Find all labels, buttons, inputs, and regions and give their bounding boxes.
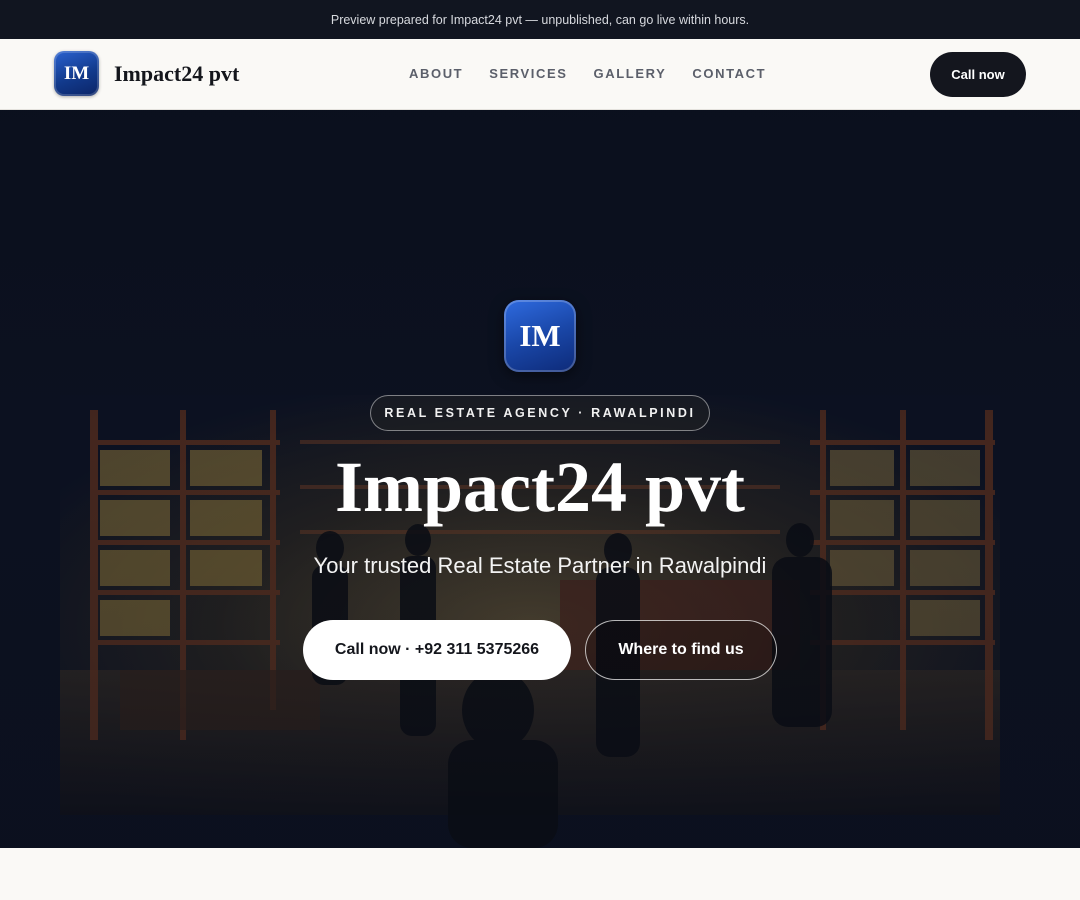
hero-tagline-text: REAL ESTATE AGENCY · RAWALPINDI bbox=[384, 406, 696, 420]
brand-link[interactable]: IM Impact24 pvt bbox=[54, 51, 239, 96]
hero-title: Impact24 pvt bbox=[335, 447, 745, 527]
hero-subtitle: Your trusted Real Estate Partner in Rawa… bbox=[313, 553, 767, 578]
brand-logo-icon: IM bbox=[54, 51, 99, 96]
preview-banner-text: Preview prepared for Impact24 pvt — unpu… bbox=[330, 12, 750, 27]
main-nav: ABOUT SERVICES GALLERY CONTACT bbox=[409, 66, 766, 81]
site-header: IM Impact24 pvt ABOUT SERVICES GALLERY C… bbox=[0, 39, 1080, 110]
nav-item-about[interactable]: ABOUT bbox=[409, 66, 463, 81]
nav-item-gallery[interactable]: GALLERY bbox=[594, 66, 667, 81]
hero-tagline-badge: REAL ESTATE AGENCY · RAWALPINDI bbox=[370, 395, 710, 431]
nav-item-services[interactable]: SERVICES bbox=[489, 66, 567, 81]
nav-item-contact[interactable]: CONTACT bbox=[692, 66, 766, 81]
hero-logo-initials: IM bbox=[519, 318, 561, 353]
brand-logo-initials: IM bbox=[63, 62, 90, 84]
hero-location-button[interactable]: Where to find us bbox=[585, 620, 777, 680]
hero-section: IM REAL ESTATE AGENCY · RAWALPINDI Impac… bbox=[0, 110, 1080, 848]
hero-call-button[interactable]: Call now · +92 311 5375266 bbox=[303, 620, 571, 680]
hero-logo-icon: IM bbox=[504, 300, 576, 372]
header-call-button[interactable]: Call now bbox=[930, 52, 1026, 97]
brand-name: Impact24 pvt bbox=[114, 60, 240, 86]
preview-banner: Preview prepared for Impact24 pvt — unpu… bbox=[0, 0, 1080, 39]
